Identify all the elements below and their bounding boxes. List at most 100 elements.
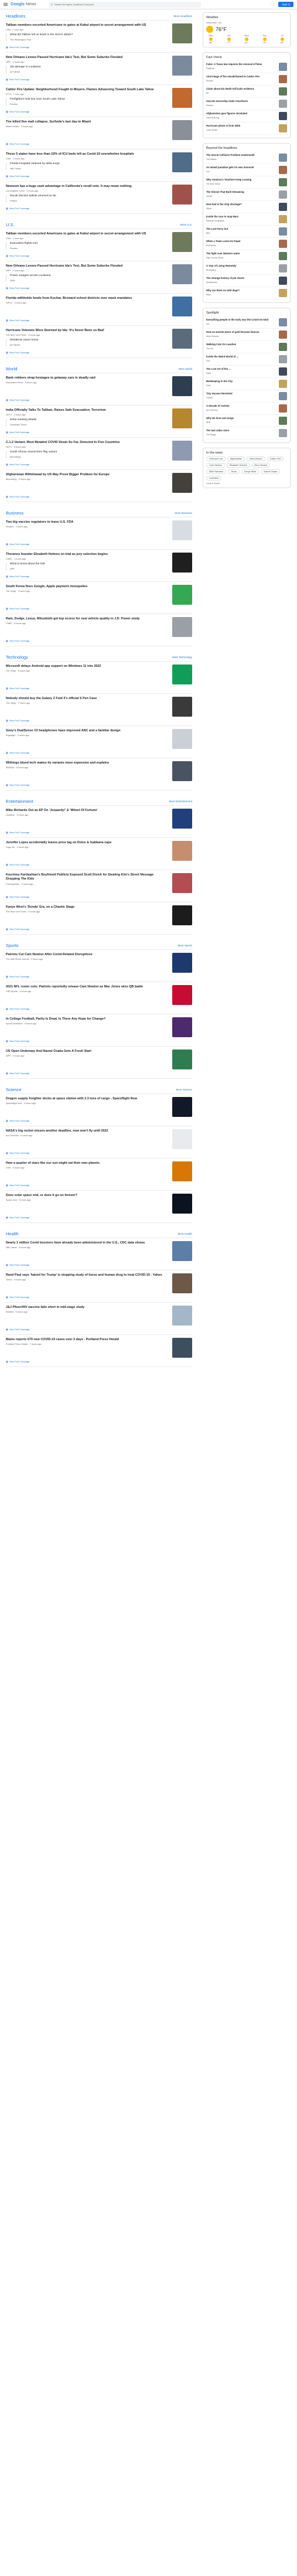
search-input[interactable]: ⚲ Search for topics, locations & sources: [49, 1, 201, 8]
full-coverage-link[interactable]: ▦ View Full Coverage: [6, 431, 192, 434]
related-headline[interactable]: Firefighters hold line near South Lake T…: [10, 98, 168, 101]
sidebar-item[interactable]: How an ancient piece of gold became famo…: [206, 329, 287, 341]
story-headline[interactable]: Dragon supply freighter docks at space s…: [6, 1097, 168, 1101]
sidebar-item[interactable]: Beekeeping in the City Grist: [206, 378, 287, 390]
full-coverage-link[interactable]: ▦ View Full Coverage: [6, 351, 192, 354]
story-headline[interactable]: India Officially Talks To Taliban, Raise…: [6, 408, 168, 413]
section-more-link[interactable]: More Headlines: [173, 15, 192, 18]
story-source[interactable]: The Verge: [6, 670, 16, 672]
sidebar-item[interactable]: Why we love sad songs NPR: [206, 415, 287, 427]
story-headline[interactable]: Microsoft delays Android app support on …: [6, 665, 168, 669]
full-coverage-link[interactable]: ▦ View Full Coverage: [6, 1007, 192, 1010]
sidebar-item-headline[interactable]: Claim about Ida death toll lacks evidenc…: [206, 87, 276, 91]
sidebar-item[interactable]: Hurricane photo is from 2005 Lead Stories: [206, 122, 287, 135]
story-headline[interactable]: These 5 states have less than 10% of ICU…: [6, 152, 168, 156]
story-source[interactable]: Los Angeles Times: [6, 190, 25, 192]
story-source[interactable]: Portland Press Herald: [6, 1343, 28, 1345]
story-headline[interactable]: Patriots Cut Cam Newton After Covid-Rela…: [6, 953, 168, 957]
topic-chip[interactable]: Naomi Osaka: [261, 469, 281, 474]
story-source[interactable]: CNN: [6, 237, 11, 240]
section-more-link[interactable]: More Technology: [172, 656, 192, 659]
related-source[interactable]: AP NEWS: [10, 71, 168, 73]
sidebar-item-headline[interactable]: Inside the race to map Mars: [206, 215, 276, 219]
weather-location[interactable]: Warrenton, VA: [206, 21, 287, 24]
sidebar-item-headline[interactable]: The Sitcom That Built Streaming: [206, 190, 276, 194]
story-headline[interactable]: Does solar space end, or does it go on f…: [6, 1194, 168, 1198]
sidebar-item[interactable]: The strange history of pie charts Smithso…: [206, 275, 287, 287]
story-source[interactable]: NBC News: [6, 1246, 17, 1249]
full-coverage-link[interactable]: ▦ View Full Coverage: [6, 1296, 192, 1299]
story-headline[interactable]: 2021 NFL roster cuts: Patriots reportedl…: [6, 985, 168, 989]
story-headline[interactable]: Tire killed five mall collapse, Surfside…: [6, 120, 168, 124]
story-source[interactable]: The Wall Street Journal: [6, 958, 29, 960]
topic-chip[interactable]: Mike Richards: [206, 469, 227, 474]
story-source[interactable]: Associated Press: [6, 381, 23, 384]
section-title[interactable]: U.S.: [6, 222, 15, 227]
sidebar-item-headline[interactable]: Inside the Weird World of ...: [206, 355, 276, 359]
story-source[interactable]: The New York Times: [6, 911, 26, 913]
sidebar-item[interactable]: Why are there no wild dogs? Slate: [206, 287, 287, 299]
related-source[interactable]: WWL: [10, 280, 168, 282]
related-headline[interactable]: Evacuation flights end: [10, 242, 168, 246]
story-thumbnail[interactable]: [172, 1194, 192, 1214]
sidebar-item[interactable]: When a Town Loses Its Paper ProPublica: [206, 238, 287, 250]
full-coverage-link[interactable]: ▦ View Full Coverage: [6, 1040, 192, 1042]
sidebar-item-headline[interactable]: Everything people in the early was the C…: [206, 318, 276, 322]
story-source[interactable]: CNN: [6, 158, 11, 160]
full-coverage-link[interactable]: ▦ View Full Coverage: [6, 254, 192, 257]
story-source[interactable]: CNN: [6, 29, 11, 31]
section-title[interactable]: Headlines: [6, 13, 25, 19]
story-headline[interactable]: Afghanistan Withdrawal by US May Prove B…: [6, 473, 168, 477]
topic-chip[interactable]: Texas: [228, 469, 240, 474]
related-headline[interactable]: Ida damage in Louisiana: [10, 66, 168, 69]
story-thumbnail[interactable]: [172, 953, 192, 973]
story-thumbnail[interactable]: [172, 585, 192, 605]
section-title[interactable]: Technology: [6, 655, 28, 660]
topic-chip[interactable]: Hurricane Ida: [206, 456, 226, 461]
story-headline[interactable]: C.1.2 Variant, Most Mutated COVID Strain…: [6, 441, 168, 445]
sidebar-item-headline[interactable]: The Secret Collision Problem Underneath: [206, 154, 276, 157]
full-coverage-link[interactable]: ▦ View Full Coverage: [6, 751, 192, 754]
sidebar-item[interactable]: How bad is the chip shortage? Wired: [206, 201, 287, 213]
story-headline[interactable]: Nobody should buy the Galaxy Z Fold 3's …: [6, 697, 168, 701]
sidebar-item-headline[interactable]: Walking Cats On Leashes: [206, 343, 276, 346]
apps-icon[interactable]: ⋮⋮: [269, 3, 275, 6]
story-source[interactable]: NPR: [6, 1055, 11, 1057]
story-headline[interactable]: Theranos founder Elizabeth Holmes on tri…: [6, 553, 168, 557]
story-source[interactable]: CBS Sports: [6, 990, 18, 993]
related-source[interactable]: Bloomberg: [10, 456, 168, 458]
menu-icon[interactable]: [4, 3, 8, 6]
sidebar-item-headline[interactable]: The Last Ferry Out: [206, 227, 276, 231]
story-thumbnail[interactable]: [172, 88, 192, 108]
full-coverage-link[interactable]: ▦ View Full Coverage: [6, 175, 192, 178]
story-headline[interactable]: Caldor Fire Update: Neighborhood Fought …: [6, 88, 168, 92]
sidebar-item-headline[interactable]: A Year of Living Remotely: [206, 264, 276, 268]
story-source[interactable]: Deadline: [6, 814, 15, 816]
sidebar-item-headline[interactable]: Viral image of fire misattributed to Cal…: [206, 75, 276, 79]
story-headline[interactable]: Jennifer Lopez accidentally leaves price…: [6, 841, 168, 845]
story-thumbnail[interactable]: [172, 1338, 192, 1358]
sidebar-item-headline[interactable]: Beekeeping in the City: [206, 380, 276, 383]
related-headline[interactable]: What did Taliban tell us leads to the IS…: [10, 33, 168, 37]
story-headline[interactable]: Two big vaccine regulators to leave U.S.…: [6, 520, 168, 524]
story-source[interactable]: Space.com: [6, 1199, 17, 1201]
sidebar-item-headline[interactable]: The Lost Art of the ...: [206, 367, 276, 371]
sidebar-item[interactable]: The last video store The Ringer: [206, 427, 287, 439]
story-source[interactable]: The Verge: [6, 590, 16, 592]
story-thumbnail[interactable]: [172, 761, 192, 781]
story-source[interactable]: Spaceflight Now: [6, 1102, 22, 1105]
section-title[interactable]: Health: [6, 1231, 19, 1236]
story-headline[interactable]: Ram, Dodge, Lexus, Mitsubishi get top sc…: [6, 617, 168, 621]
full-coverage-link[interactable]: ▦ View Full Coverage: [6, 78, 192, 81]
section-more-link[interactable]: More Science: [176, 1088, 192, 1091]
full-coverage-link[interactable]: ▦ View Full Coverage: [6, 719, 192, 722]
story-thumbnail[interactable]: [172, 809, 192, 829]
sidebar-item-headline[interactable]: Why America's Teachers Keep Leaving: [206, 178, 276, 182]
story-source[interactable]: Bloomberg: [6, 478, 16, 481]
full-coverage-link[interactable]: ▦ View Full Coverage: [6, 1263, 192, 1266]
logo[interactable]: Google News: [11, 2, 46, 6]
sidebar-item[interactable]: Afghanistan gear figures misstated FactCh…: [206, 110, 287, 122]
story-source[interactable]: Reuters: [6, 1311, 13, 1313]
story-thumbnail[interactable]: [172, 873, 192, 893]
related-headline[interactable]: Power outages across Louisiana: [10, 274, 168, 278]
